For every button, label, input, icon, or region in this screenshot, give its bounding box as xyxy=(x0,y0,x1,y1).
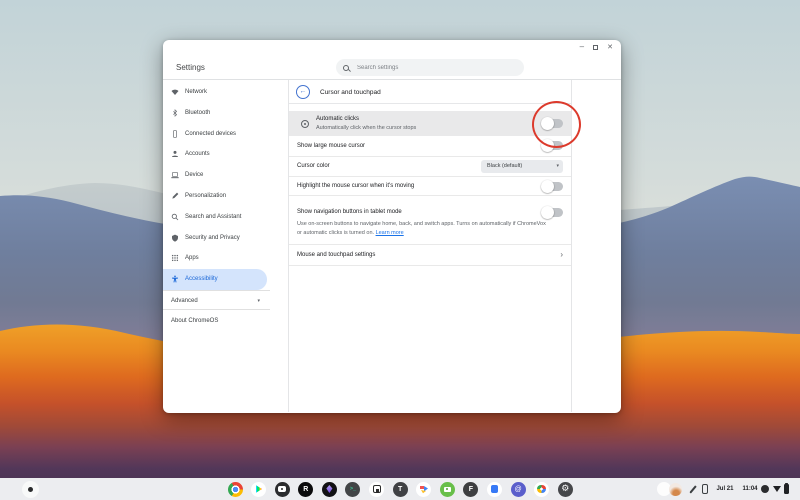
wifi-icon xyxy=(171,88,179,96)
t-app-icon[interactable]: T xyxy=(393,482,408,497)
sidebar: Network Bluetooth Connected devices Acco… xyxy=(163,80,288,412)
play-store-app-icon[interactable] xyxy=(251,482,266,497)
notes-app-icon[interactable] xyxy=(369,482,384,497)
sidebar-item-accessibility[interactable]: Accessibility xyxy=(163,269,267,290)
annotation-red-circle xyxy=(532,101,581,148)
tablet-navigation-toggle[interactable] xyxy=(543,208,563,217)
status-icon xyxy=(761,485,769,493)
titlebar: Settings – ✕ xyxy=(163,40,621,80)
apps-grid-icon xyxy=(171,254,179,262)
laptop-icon xyxy=(171,171,179,179)
sidebar-item-network[interactable]: Network xyxy=(163,82,267,103)
row-mouse-touchpad-settings[interactable]: Mouse and touchpad settings › xyxy=(289,245,571,266)
green-app-icon[interactable] xyxy=(440,482,455,497)
sidebar-about-chromeos[interactable]: About ChromeOS xyxy=(163,311,270,332)
chevron-down-icon: ▾ xyxy=(257,298,260,304)
sidebar-item-connected-devices[interactable]: Connected devices xyxy=(163,123,267,144)
chromium-app-icon[interactable] xyxy=(534,482,549,497)
dropdown-caret-icon: ▾ xyxy=(556,163,559,169)
search-icon xyxy=(343,65,349,71)
notification-icons xyxy=(657,482,683,496)
smartphone-icon xyxy=(171,130,179,138)
bluetooth-icon xyxy=(171,109,179,117)
sidebar-item-accounts[interactable]: Accounts xyxy=(163,144,267,165)
sidebar-item-security-privacy[interactable]: Security and Privacy xyxy=(163,227,267,248)
row-highlight-cursor[interactable]: Highlight the mouse cursor when it's mov… xyxy=(289,177,571,196)
cursor-color-dropdown[interactable]: Black (default) ▾ xyxy=(481,160,563,173)
sidebar-item-search-assistant[interactable]: Search and Assistant xyxy=(163,206,267,227)
sidebar-item-personalization[interactable]: Personalization xyxy=(163,186,267,207)
page-title: Cursor and touchpad xyxy=(320,89,381,96)
files-app-icon[interactable] xyxy=(416,482,431,497)
row-automatic-clicks[interactable]: Automatic clicksAutomatically click when… xyxy=(289,111,571,136)
highlight-cursor-toggle[interactable] xyxy=(543,182,563,191)
accessibility-icon xyxy=(171,275,179,283)
mastodon-app-icon[interactable]: @ xyxy=(511,482,526,497)
settings-window: Settings – ✕ Network Bluetooth xyxy=(163,40,621,413)
maximize-icon[interactable] xyxy=(593,45,598,50)
search-input[interactable] xyxy=(357,65,477,71)
wifi-status-icon xyxy=(773,486,781,492)
paint-icon xyxy=(171,192,179,200)
system-tray[interactable]: Jul 21 11:04 xyxy=(657,481,789,498)
blue-square-app-icon[interactable] xyxy=(487,482,502,497)
phone-hub-icon xyxy=(702,484,709,495)
launcher-button[interactable] xyxy=(22,481,39,498)
terminal-app-icon[interactable]: >_ xyxy=(345,482,360,497)
tray-time: 11:04 xyxy=(742,486,757,492)
row-cursor-color[interactable]: Cursor color Black (default) ▾ xyxy=(289,157,571,178)
sidebar-item-apps[interactable]: Apps xyxy=(163,248,267,269)
learn-more-link[interactable]: Learn more xyxy=(376,230,404,236)
shelf: R >_ T F @ ⚙ Jul 21 11:04 xyxy=(0,478,800,500)
search-small-icon xyxy=(171,213,179,221)
stylus-icon xyxy=(689,486,696,493)
sidebar-divider xyxy=(163,309,270,310)
r-app-icon[interactable]: R xyxy=(298,482,313,497)
f-app-icon[interactable]: F xyxy=(463,482,478,497)
minimize-icon[interactable]: – xyxy=(580,43,584,51)
person-icon xyxy=(171,150,179,158)
sidebar-item-device[interactable]: Device xyxy=(163,165,267,186)
camera-app-icon[interactable] xyxy=(275,482,290,497)
chevron-right-icon: › xyxy=(560,251,563,259)
sidebar-item-bluetooth[interactable]: Bluetooth xyxy=(163,102,267,123)
shield-icon xyxy=(171,234,179,242)
row-large-cursor[interactable]: Show large mouse cursor xyxy=(289,136,571,157)
tray-date: Jul 21 xyxy=(716,486,733,492)
close-icon[interactable]: ✕ xyxy=(607,44,613,51)
window-title: Settings xyxy=(176,63,205,72)
sidebar-advanced[interactable]: Advanced ▾ xyxy=(163,294,270,309)
sidebar-divider xyxy=(163,290,270,291)
gem-app-icon[interactable] xyxy=(322,482,337,497)
back-button[interactable]: ← xyxy=(296,85,310,99)
settings-app-icon[interactable]: ⚙ xyxy=(558,482,573,497)
settings-search[interactable] xyxy=(336,59,524,76)
row-tablet-navigation[interactable]: Show navigation buttons in tablet mode U… xyxy=(289,196,571,245)
chrome-app-icon[interactable] xyxy=(228,482,243,497)
settings-content: ← Cursor and touchpad Automatic clicksAu… xyxy=(288,80,572,412)
battery-icon xyxy=(784,484,789,494)
automatic-clicks-icon xyxy=(301,120,309,128)
